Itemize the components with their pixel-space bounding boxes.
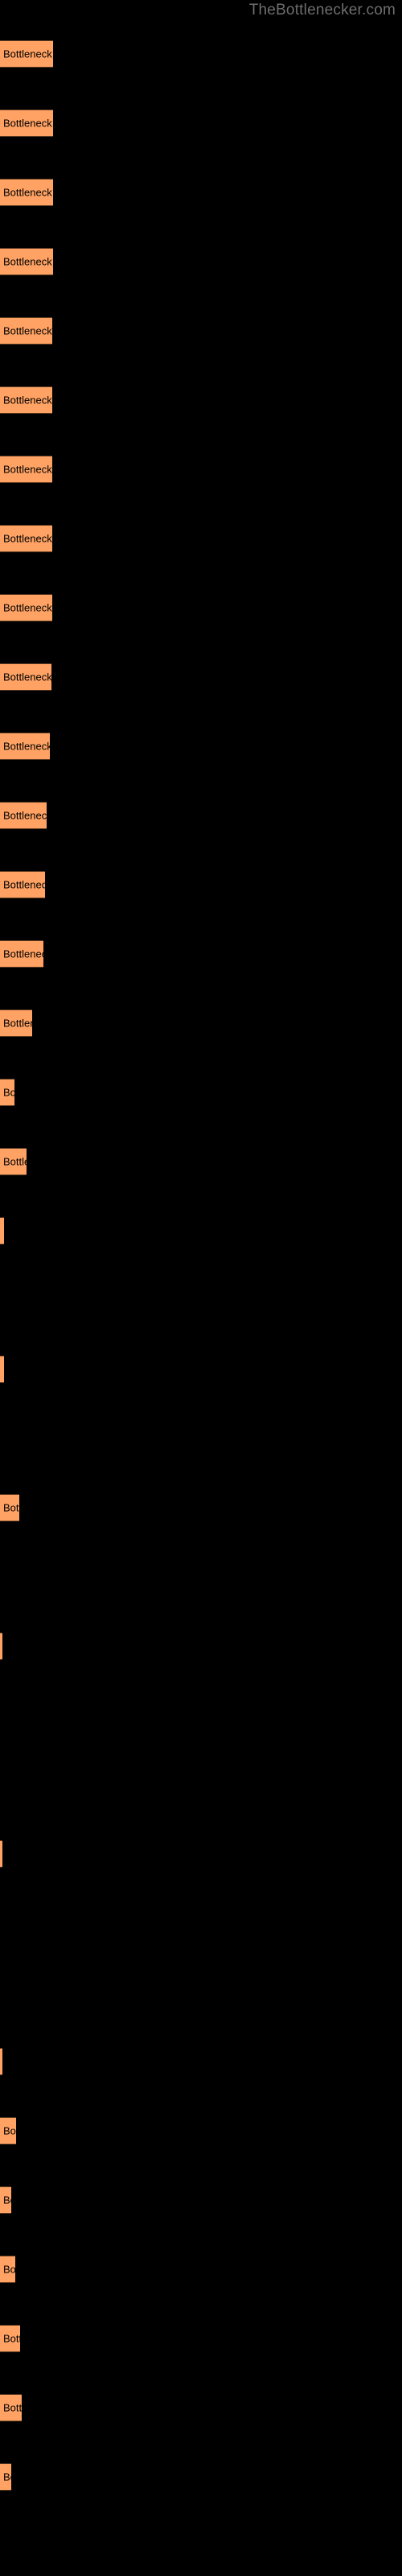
bar[interactable]: Bottleneck result — [0, 871, 45, 898]
bar-label: Bottleneck result — [3, 2401, 22, 2414]
bar-label: Bottleneck result — [3, 2332, 20, 2345]
bar[interactable]: Bottleneck result — [0, 179, 53, 206]
bar[interactable]: Bottleneck result — [0, 802, 47, 829]
bar-label: Bottleneck result — [3, 2471, 11, 2483]
bar[interactable]: Bottleneck result — [0, 1079, 14, 1106]
bar[interactable]: Bottleneck result — [0, 248, 53, 275]
bar-label: Bottleneck result — [3, 740, 50, 753]
bar-label: Bottleneck result — [3, 1364, 4, 1375]
bar-label: Bottleneck result — [3, 601, 52, 614]
bar[interactable]: Bottleneck result — [0, 940, 43, 968]
bar-label: Bottleneck result — [3, 1017, 32, 1030]
bar[interactable]: Bottleneck result — [0, 386, 52, 414]
bar-label: Bottleneck result — [3, 47, 53, 60]
bar-label: Bottleneck result — [3, 394, 52, 407]
bar[interactable]: Bottleneck result — [0, 1840, 2, 1868]
bar[interactable]: Bottleneck result — [0, 2186, 11, 2214]
bar[interactable]: Bottleneck result — [0, 1009, 32, 1037]
bar-label: Bottleneck result — [3, 947, 43, 960]
bar-label: Bottleneck result — [3, 2194, 11, 2207]
bar[interactable]: Bottleneck result — [0, 456, 52, 483]
bar[interactable]: Bottleneck result — [0, 594, 52, 621]
bar[interactable]: Bottleneck result — [0, 525, 52, 552]
bar[interactable]: Bottleneck result — [0, 1494, 19, 1521]
bar-label: Bottleneck result — [3, 117, 53, 130]
bar[interactable]: Bottleneck result — [0, 1148, 27, 1175]
bar-label: Bottleneck result — [3, 324, 52, 337]
bar[interactable]: Bottleneck result — [0, 663, 51, 691]
bar-label: Bottleneck result — [3, 2263, 15, 2276]
bar[interactable]: Bottleneck result — [0, 1633, 2, 1660]
bar[interactable]: Bottleneck result — [0, 2325, 20, 2352]
bar[interactable]: Bottleneck result — [0, 317, 52, 345]
bar-label: Bottleneck result — [3, 463, 52, 476]
bar-label: Bottleneck result — [3, 255, 53, 268]
bar[interactable]: Bottleneck result — [0, 40, 53, 68]
bar-label: Bottleneck result — [3, 878, 45, 891]
bar-label: Bottleneck result — [3, 186, 53, 199]
bar[interactable]: Bottleneck result — [0, 1217, 4, 1245]
bar-label: Bottleneck result — [3, 671, 51, 683]
bar[interactable]: Bottleneck result — [0, 1356, 4, 1383]
bar[interactable]: Bottleneck result — [0, 2117, 16, 2145]
bar[interactable]: Bottleneck result — [0, 109, 53, 137]
bar-label: Bottleneck result — [3, 1226, 4, 1236]
bar-label: Bottleneck result — [3, 532, 52, 545]
bar[interactable]: Bottleneck result — [0, 2394, 22, 2421]
bar-label: Bottleneck result — [3, 1501, 19, 1514]
bar[interactable]: Bottleneck result — [0, 733, 50, 760]
bar-label: Bottleneck result — [3, 809, 47, 822]
bar[interactable]: Bottleneck result — [0, 2256, 15, 2283]
bar-label: Bottleneck result — [3, 1155, 27, 1168]
bar-label: Bottleneck result — [3, 2124, 16, 2137]
bar[interactable]: Bottleneck result — [0, 2048, 2, 2075]
bar[interactable]: Bottleneck result — [0, 2463, 11, 2491]
bar-label: Bottleneck result — [3, 1086, 14, 1099]
bottleneck-results-bar-chart: Bottleneck result Bottleneck result Bottle… — [0, 0, 402, 2576]
